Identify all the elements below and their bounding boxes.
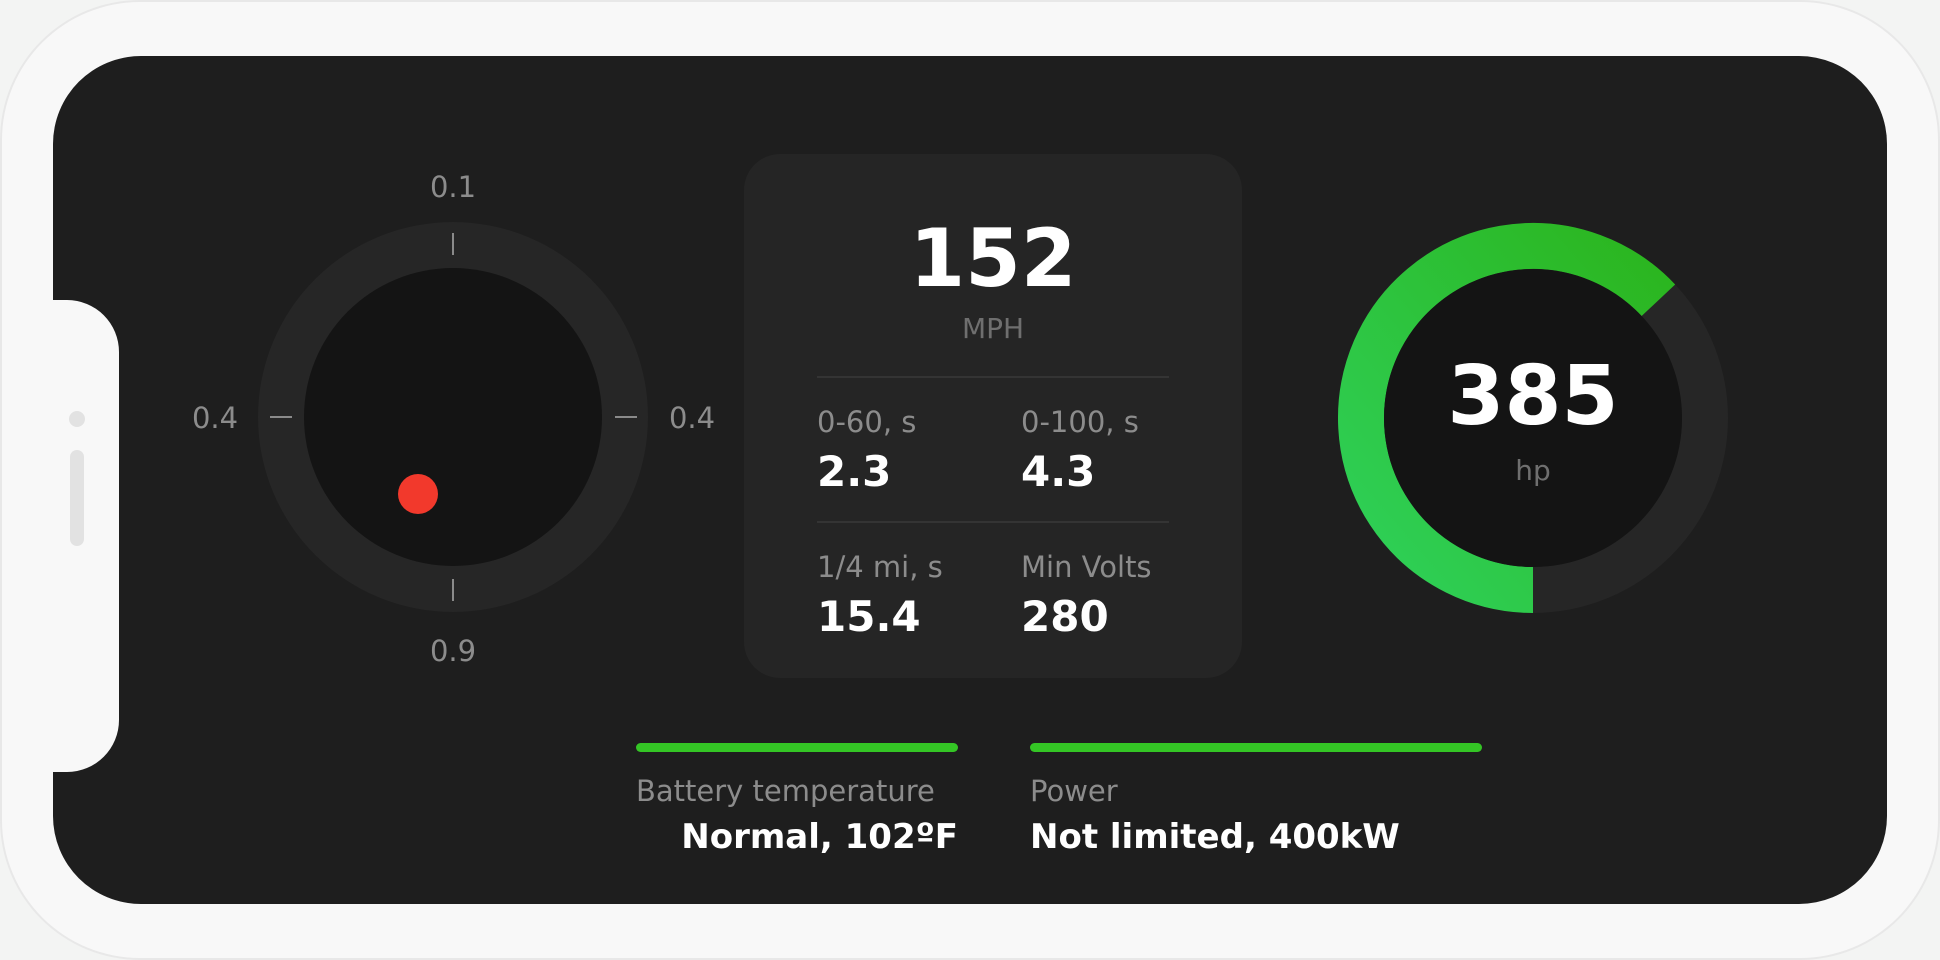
gforce-left-label: 0.4 [191,401,239,435]
battery-temperature-label: Battery temperature [636,774,935,808]
gforce-bottom-label: 0.9 [429,634,477,668]
gforce-right-label: 0.4 [668,401,716,435]
gforce-gauge-face [304,268,602,566]
speaker-grille [70,450,84,546]
horsepower-unit: hp [1515,454,1551,487]
stat-value-0-60: 2.3 [817,447,892,496]
gforce-tick-left [270,416,292,418]
speed-unit: MPH [961,312,1025,345]
gforce-marker [398,474,438,514]
stat-label-0-60: 0-60, s [817,405,917,439]
stat-value-min-volts: 280 [1021,592,1109,641]
stat-label-quarter-mile: 1/4 mi, s [817,550,943,584]
phone-notch [53,300,119,772]
gforce-tick-right [615,416,637,418]
horsepower-value: 385 [1447,349,1619,444]
gforce-tick-bottom [452,579,454,601]
power-label: Power [1030,774,1118,808]
gforce-tick-top [452,233,454,255]
power-status-bar [1030,743,1482,752]
stat-label-0-100: 0-100, s [1021,405,1139,439]
stat-label-min-volts: Min Volts [1021,550,1152,584]
battery-temperature-value: Normal, 102ºF [681,817,958,857]
panel-divider [817,376,1169,378]
speed-value: 152 [909,212,1077,305]
panel-divider [817,521,1169,523]
battery-status-bar [636,743,958,752]
stat-value-quarter-mile: 15.4 [817,592,921,641]
gforce-top-label: 0.1 [429,170,477,204]
power-value: Not limited, 400kW [1030,817,1400,857]
camera-icon [69,411,85,427]
stat-value-0-100: 4.3 [1021,447,1096,496]
